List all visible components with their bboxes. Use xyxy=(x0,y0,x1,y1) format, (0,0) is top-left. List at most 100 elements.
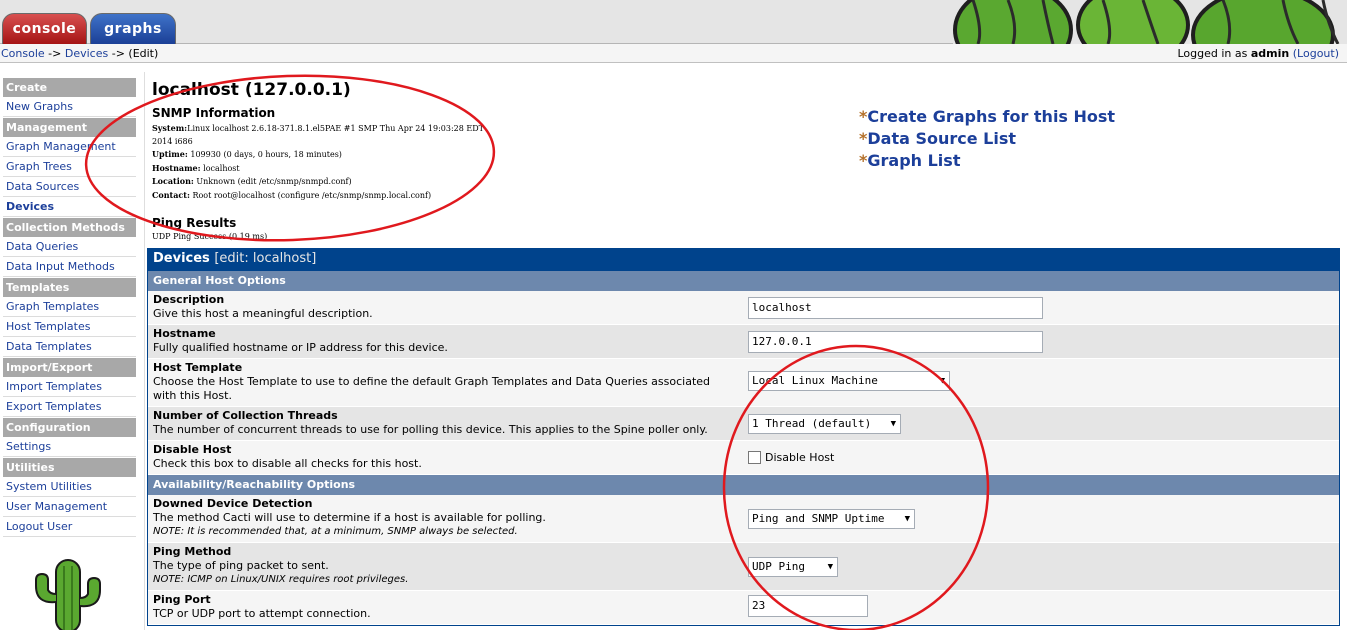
menu-item-new-graphs[interactable]: New Graphs xyxy=(3,98,136,117)
menu-item-graph-trees[interactable]: Graph Trees xyxy=(3,158,136,177)
threads-help: The number of concurrent threads to use … xyxy=(153,423,708,436)
snmp-system-line-2: 2014 i686 xyxy=(152,136,193,146)
chevron-down-icon: ▼ xyxy=(904,514,910,524)
row-ping-method: Ping Method The type of ping packet to se… xyxy=(148,543,1339,591)
menu-item-user-management[interactable]: User Management xyxy=(3,498,136,517)
ping-method-select[interactable]: UDP Ping ▼ xyxy=(748,557,838,577)
menu-item-import-templates[interactable]: Import Templates xyxy=(3,378,136,397)
chevron-down-icon: ▼ xyxy=(827,562,833,572)
menu-header-utilities: Utilities xyxy=(3,458,136,477)
snmp-hostname: Hostname: localhost xyxy=(152,162,240,173)
menu-item-data-sources[interactable]: Data Sources xyxy=(3,178,136,197)
menu-item-graph-templates[interactable]: Graph Templates xyxy=(3,298,136,317)
tab-graphs[interactable]: graphs xyxy=(90,13,176,44)
downed-detection-label: Downed Device Detection xyxy=(153,497,313,510)
disable-host-help: Check this box to disable all checks for… xyxy=(153,457,422,470)
row-hostname: Hostname Fully qualified hostname or IP a… xyxy=(148,325,1339,359)
ping-heading: Ping Results xyxy=(152,216,237,230)
chevron-down-icon: ▼ xyxy=(939,376,945,386)
sidebar-divider xyxy=(144,72,145,630)
menu-item-logout-user[interactable]: Logout User xyxy=(3,518,136,537)
row-disable-host: Disable Host Check this box to disable al… xyxy=(148,441,1339,475)
description-input[interactable]: localhost xyxy=(748,297,1043,319)
menu-item-host-templates[interactable]: Host Templates xyxy=(3,318,136,337)
breadcrumb-current: (Edit) xyxy=(128,47,159,60)
threads-label: Number of Collection Threads xyxy=(153,409,338,422)
menu-header-configuration: Configuration xyxy=(3,418,136,437)
section-availability-options: Availability/Reachability Options xyxy=(148,475,1339,495)
chevron-down-icon: ▼ xyxy=(890,419,896,429)
ping-result: UDP Ping Success (0.19 ms) xyxy=(152,232,268,241)
row-host-template: Host Template Choose the Host Template to… xyxy=(148,359,1339,407)
menu-item-data-queries[interactable]: Data Queries xyxy=(3,238,136,257)
breadcrumb-devices[interactable]: Devices xyxy=(65,47,108,60)
breadcrumb: Console -> Devices -> (Edit) xyxy=(1,47,158,60)
breadcrumb-separator: -> xyxy=(48,47,62,60)
menu-item-export-templates[interactable]: Export Templates xyxy=(3,398,136,417)
breadcrumb-console[interactable]: Console xyxy=(1,47,45,60)
snmp-uptime: Uptime: 109930 (0 days, 0 hours, 18 minu… xyxy=(152,149,342,159)
snmp-contact: Contact: Root root@localhost (configure … xyxy=(152,189,432,200)
ping-method-label: Ping Method xyxy=(153,545,232,558)
device-edit-form: Devices [edit: localhost] General Host O… xyxy=(147,248,1340,626)
ping-method-help: The type of ping packet to sent. xyxy=(153,559,329,572)
menu-item-graph-management[interactable]: Graph Management xyxy=(3,138,136,157)
menu-header-collection-methods: Collection Methods xyxy=(3,218,136,237)
menu-item-devices[interactable]: Devices xyxy=(3,198,136,217)
form-title-text: Devices xyxy=(153,251,210,266)
cactus-logo xyxy=(35,559,101,630)
row-description: Description Give this host a meaningful d… xyxy=(148,291,1339,325)
description-help: Give this host a meaningful description. xyxy=(153,307,373,320)
ping-port-help: TCP or UDP port to attempt connection. xyxy=(153,607,371,620)
section-general-host-options: General Host Options xyxy=(148,271,1339,291)
ping-method-note: NOTE: ICMP on Linux/UNIX requires root p… xyxy=(153,574,409,585)
row-ping-port: Ping Port TCP or UDP port to attempt conn… xyxy=(148,591,1339,625)
graph-list-link[interactable]: Graph List xyxy=(867,151,960,170)
row-collection-threads: Number of Collection Threads The number o… xyxy=(148,407,1339,441)
host-template-label: Host Template xyxy=(153,361,243,374)
login-prefix: Logged in as xyxy=(1177,47,1248,60)
downed-detection-help: The method Cacti will use to determine i… xyxy=(153,511,546,524)
host-title: localhost (127.0.0.1) xyxy=(152,80,351,100)
menu-header-import-export: Import/Export xyxy=(3,358,136,377)
downed-detection-select[interactable]: Ping and SNMP Uptime ▼ xyxy=(748,509,915,529)
snmp-location: Location: Unknown (edit /etc/snmp/snmpd.… xyxy=(152,176,352,186)
disable-host-checkbox[interactable] xyxy=(748,450,761,464)
login-user: admin xyxy=(1250,47,1290,60)
snmp-system-line: System:Linux localhost 2.6.18-371.8.1.el… xyxy=(152,123,484,133)
ping-port-label: Ping Port xyxy=(153,593,211,606)
create-graphs-link[interactable]: Create Graphs for this Host xyxy=(867,107,1115,126)
breadcrumb-bar: Console -> Devices -> (Edit) Logged in a… xyxy=(0,44,1347,63)
login-status: Logged in as admin (Logout) xyxy=(1178,47,1340,60)
menu-item-data-templates[interactable]: Data Templates xyxy=(3,338,136,357)
description-label: Description xyxy=(153,293,225,306)
host-action-links: *Create Graphs for this Host *Data Sourc… xyxy=(859,106,1115,172)
breadcrumb-separator: -> xyxy=(111,47,125,60)
host-template-select[interactable]: Local Linux Machine ▼ xyxy=(748,371,950,391)
tab-console[interactable]: console xyxy=(2,13,87,44)
disable-host-label: Disable Host xyxy=(153,443,232,456)
ping-port-input[interactable]: 23 xyxy=(748,595,868,617)
snmp-heading: SNMP Information xyxy=(152,106,276,120)
row-downed-detection: Downed Device Detection The method Cacti … xyxy=(148,495,1339,543)
host-template-help: Choose the Host Template to use to defin… xyxy=(153,375,711,402)
menu-header-create: Create xyxy=(3,78,136,97)
menu-header-templates: Templates xyxy=(3,278,136,297)
logout-link[interactable]: (Logout) xyxy=(1293,47,1339,60)
downed-detection-note: NOTE: It is recommended that, at a minim… xyxy=(153,526,518,537)
form-subtitle: [edit: localhost] xyxy=(214,251,317,266)
hostname-help: Fully qualified hostname or IP address f… xyxy=(153,341,448,354)
threads-select[interactable]: 1 Thread (default) ▼ xyxy=(748,414,901,434)
data-source-list-link[interactable]: Data Source List xyxy=(867,129,1016,148)
top-navigation-bar: console graphs xyxy=(0,0,1347,44)
menu-item-data-input-methods[interactable]: Data Input Methods xyxy=(3,258,136,277)
disable-host-checkbox-label[interactable]: Disable Host xyxy=(765,451,834,464)
hostname-label: Hostname xyxy=(153,327,216,340)
menu-item-settings[interactable]: Settings xyxy=(3,438,136,457)
cactus-banner-image xyxy=(953,0,1347,44)
form-title: Devices [edit: localhost] xyxy=(148,248,1339,271)
menu-item-system-utilities[interactable]: System Utilities xyxy=(3,478,136,497)
snmp-info: System:Linux localhost 2.6.18-371.8.1.el… xyxy=(152,122,552,202)
hostname-input[interactable]: 127.0.0.1 xyxy=(748,331,1043,353)
menu-header-management: Management xyxy=(3,118,136,137)
